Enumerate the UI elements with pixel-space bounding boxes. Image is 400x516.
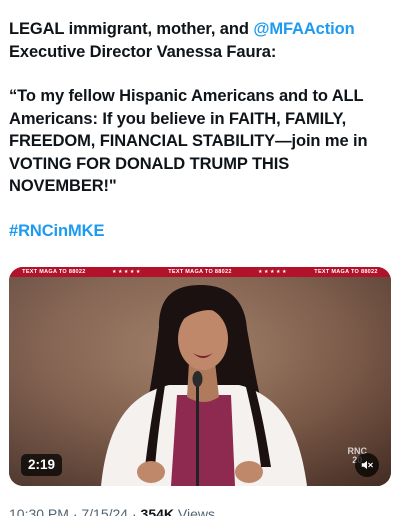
mention-link[interactable]: @MFAAction	[253, 20, 354, 38]
sms-ticker-banner: TEXT MAGA TO 88022 ★★★★★ TEXT MAGA TO 88…	[9, 267, 391, 277]
ticker-text: TEXT MAGA TO 88022	[22, 269, 86, 275]
tweet-body: LEGAL immigrant, mother, and @MFAAction …	[9, 18, 393, 242]
mute-button[interactable]	[355, 453, 379, 477]
video-duration-badge: 2:19	[21, 454, 63, 476]
meta-separator: ·	[131, 506, 141, 516]
ticker-stars: ★★★★★	[111, 269, 142, 275]
video-still	[9, 267, 391, 486]
ticker-text: TEXT MAGA TO 88022	[314, 269, 378, 275]
tweet-intro-line: LEGAL immigrant, mother, and @MFAAction	[9, 18, 393, 41]
tweet-quote: “To my fellow Hispanic Americans and to …	[9, 87, 368, 195]
tweet-meta: 10:30 PM · 7/15/24 · 354K Views	[9, 506, 393, 516]
ticker-text: TEXT MAGA TO 88022	[168, 269, 232, 275]
ticker-stars: ★★★★★	[258, 269, 288, 275]
tweet-title-line: Executive Director Vanessa Faura:	[9, 42, 277, 61]
video-frame[interactable]	[9, 267, 391, 486]
views-label: Views	[177, 506, 215, 516]
tweet-intro-text: LEGAL immigrant, mother, and	[9, 20, 254, 38]
views-count: 354K	[140, 506, 174, 516]
speaker-muted-icon	[361, 460, 373, 470]
hashtag-link[interactable]: #RNCinMKE	[9, 220, 393, 243]
tweet-timestamp[interactable]: 10:30 PM · 7/15/24	[9, 506, 128, 516]
video-player[interactable]: TEXT MAGA TO 88022 ★★★★★ TEXT MAGA TO 88…	[9, 267, 391, 486]
